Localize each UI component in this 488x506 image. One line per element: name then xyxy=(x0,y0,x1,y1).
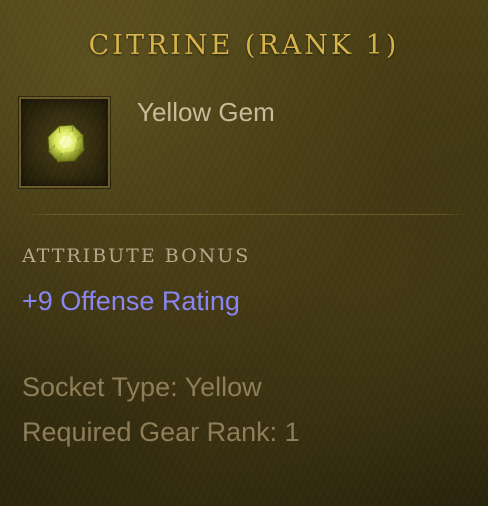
item-type: Yellow Gem xyxy=(137,97,275,127)
yellow-gem-icon xyxy=(47,124,85,163)
attribute-bonus-heading: ATTRIBUTE BONUS xyxy=(22,245,251,267)
socket-type: Socket Type: Yellow xyxy=(22,372,262,402)
section-divider xyxy=(20,214,468,215)
item-icon-frame xyxy=(19,97,110,188)
attribute-bonus-value: +9 Offense Rating xyxy=(22,286,240,316)
item-tooltip: CITRINE (RANK 1) Yellow Gem ATTRIBUTE BO… xyxy=(0,0,488,506)
required-gear-rank: Required Gear Rank: 1 xyxy=(22,417,300,447)
item-title: CITRINE (RANK 1) xyxy=(88,30,400,61)
